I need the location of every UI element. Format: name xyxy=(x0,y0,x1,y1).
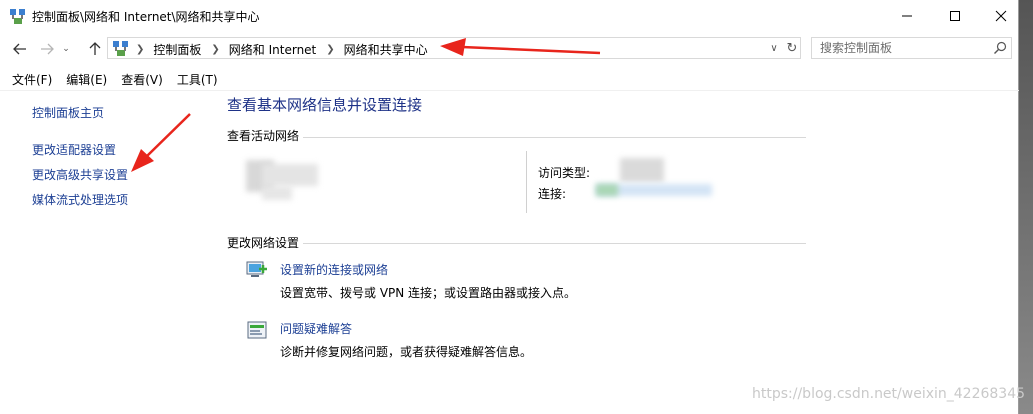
access-type-label: 访问类型: xyxy=(538,166,591,180)
chevron-down-icon: ⌄ xyxy=(62,44,70,54)
back-button[interactable] xyxy=(9,38,31,60)
troubleshoot-icon xyxy=(247,321,267,339)
network-name-redacted xyxy=(262,186,292,200)
new-connection-icon xyxy=(246,261,267,277)
menu-bar: 文件(F) 编辑(E) 查看(V) 工具(T) xyxy=(0,68,220,90)
network-control-panel-icon xyxy=(113,41,128,56)
title-bar[interactable]: 控制面板\网络和 Internet\网络和共享中心 xyxy=(0,0,1019,34)
chevron-right-icon[interactable]: ❯ xyxy=(326,44,334,55)
troubleshoot-desc: 诊断并修复网络问题，或者获得疑难解答信息。 xyxy=(280,345,533,359)
maximize-icon xyxy=(950,11,960,21)
troubleshoot-link[interactable]: 问题疑难解答 xyxy=(280,320,352,337)
address-bar[interactable]: ❯ 控制面板 ❯ 网络和 Internet ❯ 网络和共享中心 ∨ ↻ xyxy=(107,37,801,59)
active-networks-heading: 查看活动网络 xyxy=(227,129,300,143)
breadcrumb-item[interactable]: 控制面板 xyxy=(153,41,201,58)
change-settings-heading: 更改网络设置 xyxy=(227,236,300,250)
chevron-right-icon[interactable]: ❯ xyxy=(136,44,144,55)
connection-icon-redacted xyxy=(596,184,618,196)
connections-label: 连接: xyxy=(538,187,567,201)
breadcrumb-item[interactable]: 网络和共享中心 xyxy=(344,41,428,58)
menu-edit[interactable]: 编辑(E) xyxy=(66,68,107,90)
background-window-edge xyxy=(1019,0,1033,414)
divider xyxy=(526,151,527,213)
sidebar-item-advanced-sharing[interactable]: 更改高级共享设置 xyxy=(32,166,128,183)
search-icon[interactable] xyxy=(993,41,1007,55)
address-dropdown-button[interactable]: ∨ xyxy=(767,40,781,56)
network-control-panel-icon xyxy=(10,9,25,24)
search-input[interactable] xyxy=(820,40,980,56)
recent-locations-button[interactable]: ⌄ xyxy=(60,38,72,60)
chevron-right-icon[interactable]: ❯ xyxy=(211,44,219,55)
divider xyxy=(0,90,1019,91)
divider xyxy=(303,137,806,138)
control-panel-window: 控制面板\网络和 Internet\网络和共享中心 ⌄ ❯ 控制面板 ❯ 网络和… xyxy=(0,0,1019,414)
setup-new-connection-desc: 设置宽带、拨号或 VPN 连接；或设置路由器或接入点。 xyxy=(280,286,577,300)
breadcrumb-item[interactable]: 网络和 Internet xyxy=(229,41,316,58)
up-arrow-icon xyxy=(89,42,101,55)
maximize-button[interactable] xyxy=(932,0,978,32)
menu-view[interactable]: 查看(V) xyxy=(121,68,163,90)
close-button[interactable] xyxy=(978,0,1024,32)
up-button[interactable] xyxy=(84,38,106,60)
watermark: https://blog.csdn.net/weixin_42268345 xyxy=(752,386,1026,402)
menu-tools[interactable]: 工具(T) xyxy=(177,68,218,90)
back-arrow-icon xyxy=(13,43,26,55)
network-name-redacted xyxy=(262,164,318,186)
refresh-icon: ↻ xyxy=(786,40,798,56)
search-box[interactable] xyxy=(811,37,1012,59)
forward-button[interactable] xyxy=(36,38,58,60)
chevron-down-icon: ∨ xyxy=(770,42,778,54)
breadcrumb: ❯ 控制面板 ❯ 网络和 Internet ❯ 网络和共享中心 xyxy=(134,41,436,58)
minimize-icon xyxy=(902,15,912,17)
forward-arrow-icon xyxy=(41,43,54,55)
sidebar-item-adapter-settings[interactable]: 更改适配器设置 xyxy=(32,141,116,158)
sidebar-item-home[interactable]: 控制面板主页 xyxy=(32,104,104,121)
minimize-button[interactable] xyxy=(884,0,930,32)
window-title: 控制面板\网络和 Internet\网络和共享中心 xyxy=(32,10,260,24)
menu-file[interactable]: 文件(F) xyxy=(12,68,52,90)
sidebar-item-media-streaming[interactable]: 媒体流式处理选项 xyxy=(32,191,128,208)
setup-new-connection-link[interactable]: 设置新的连接或网络 xyxy=(280,261,388,278)
refresh-button[interactable]: ↻ xyxy=(785,40,799,56)
page-title: 查看基本网络信息并设置连接 xyxy=(227,96,423,114)
close-icon xyxy=(995,10,1007,22)
divider xyxy=(303,243,806,244)
access-type-redacted xyxy=(620,158,664,182)
